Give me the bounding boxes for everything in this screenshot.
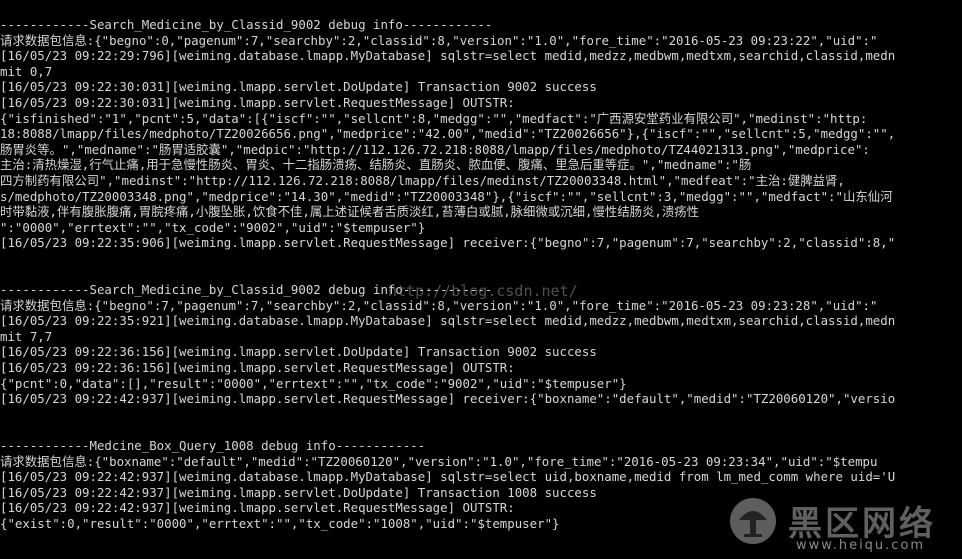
console-output: ------------Search_Medicine_by_Classid_9… [0, 0, 962, 559]
console-line: 肠胃炎等。","medname":"肠胃适胶囊","medpic":"http:… [0, 141, 870, 157]
console-line: {"pcnt":0,"data":[],"result":"0000","err… [0, 375, 627, 391]
console-line: [16/05/23 09:22:36:156][weiming.lmapp.se… [0, 360, 515, 376]
console-line: [16/05/23 09:22:36:156][weiming.lmapp.se… [0, 344, 597, 360]
console-line: 18:8088/lmapp/files/medphoto/TZ20026656.… [0, 126, 896, 142]
console-line: ":"0000","errtext":"","tx_code":"9002","… [0, 219, 426, 235]
console-line: ------------Medcine_Box_Query_1008 debug… [0, 438, 426, 454]
console-line: [16/05/23 09:22:42:937][weiming.database… [0, 469, 896, 485]
console-line: s/medphoto/TZ20003348.png","medprice":"1… [0, 188, 893, 204]
console-line: [16/05/23 09:22:35:921][weiming.database… [0, 313, 896, 329]
console-line: {"isfinished":"1","pcnt":5,"data":[{"isc… [0, 110, 868, 126]
console-line: mit 7,7 [0, 328, 53, 344]
console-line: [16/05/23 09:22:30:031][weiming.lmapp.se… [0, 94, 515, 110]
console-line: 请求数据包信息:{"begno":7,"pagenum":7,"searchby… [0, 297, 878, 313]
console-line: [16/05/23 09:22:42:937][weiming.lmapp.se… [0, 391, 896, 407]
console-line: 请求数据包信息:{"begno":0,"pagenum":7,"searchby… [0, 32, 878, 48]
console-line: 时带黏液,伴有腹胀腹痛,胃脘疼痛,小腹坠胀,饮食不佳,属上述证候者舌质淡红,苔薄… [0, 204, 700, 220]
console-line: {"exist":0,"result":"0000","errtext":"",… [0, 516, 560, 531]
console-line: [16/05/23 09:22:30:031][weiming.lmapp.se… [0, 79, 597, 95]
console-line: ------------Search_Medicine_by_Classid_9… [0, 17, 493, 32]
console-line: [16/05/23 09:22:29:796][weiming.database… [0, 48, 896, 64]
console-line: [16/05/23 09:22:35:906][weiming.lmapp.se… [0, 235, 896, 251]
console-line: mit 0,7 [0, 63, 53, 79]
console-line: [16/05/23 09:22:42:937][weiming.lmapp.se… [0, 500, 515, 516]
console-line: 四方制药有限公司","medinst":"http://112.126.72.2… [0, 172, 845, 188]
console-line: [16/05/23 09:22:42:937][weiming.lmapp.se… [0, 484, 597, 500]
console-line: ------------Search_Medicine_by_Classid_9… [0, 282, 493, 298]
console-line: 主治:清热燥湿,行气止痛,用于急慢性肠炎、胃炎、十二指肠溃疡、结肠炎、直肠炎、脓… [0, 157, 752, 173]
console-line: 请求数据包信息:{"boxname":"default","medid":"TZ… [0, 453, 878, 469]
